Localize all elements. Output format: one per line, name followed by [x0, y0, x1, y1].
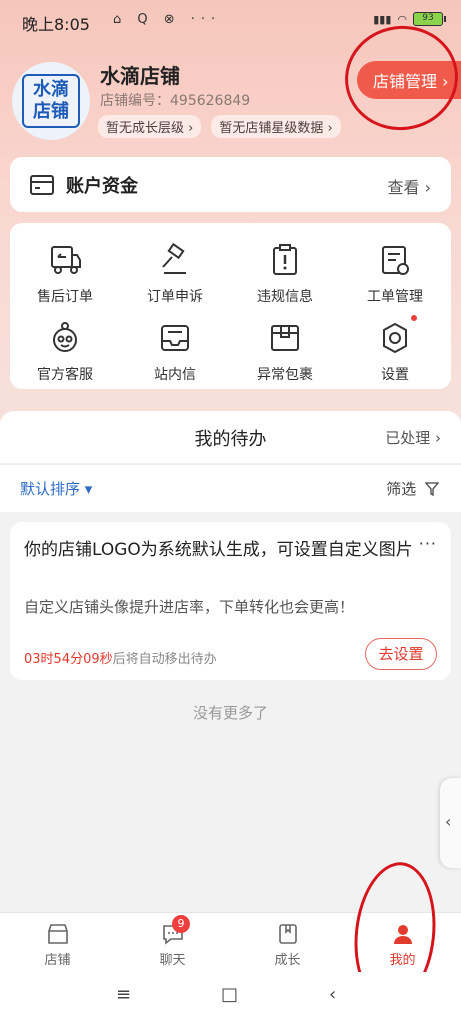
status-bar: 晚上8:05 ⌂ Q ⊗ ··· ▮▮▮ ◠ 93	[0, 0, 461, 40]
bottom-nav: 店铺 聊天 9 成长 我的	[0, 912, 461, 972]
processed-link[interactable]: 已处理 ›	[385, 427, 441, 448]
grid-item-work-orders[interactable]: 工单管理	[340, 229, 450, 305]
grid-label: 官方客服	[37, 367, 93, 383]
settings-icon	[383, 322, 407, 354]
grid-label: 违规信息	[257, 289, 313, 305]
todo-card[interactable]: 你的店铺LOGO为系统默认生成，可设置自定义图片 ··· 自定义店铺头像提升进店…	[10, 522, 451, 680]
more-options-icon[interactable]: ···	[419, 534, 437, 553]
wifi-icon: ◠	[397, 12, 407, 26]
shop-avatar[interactable]: 水滴 店铺	[12, 62, 90, 140]
growth-level-tag[interactable]: 暂无成长层级 ›	[98, 115, 202, 138]
grid-item-violations[interactable]: 违规信息	[230, 229, 340, 305]
todo-header: 我的待办 已处理 ›	[0, 411, 461, 463]
grid-item-customer-service[interactable]: 官方客服	[10, 307, 120, 383]
grid-label: 售后订单	[37, 289, 93, 305]
todo-card-timer: 03时54分09秒后将自动移出待办	[24, 648, 217, 667]
funnel-icon	[424, 482, 440, 497]
grid-item-settings[interactable]: 设置	[340, 307, 450, 383]
sort-dropdown[interactable]: 默认排序 ▾	[20, 478, 92, 499]
account-funds-card[interactable]: 账户资金 查看 ›	[10, 157, 451, 212]
truck-return-icon	[51, 246, 81, 274]
clipboard-alert-icon	[273, 244, 297, 275]
status-notification-icons: ⌂ Q ⊗ ···	[113, 12, 222, 27]
go-settings-button[interactable]: 去设置	[365, 638, 437, 670]
no-more-text: 没有更多了	[192, 704, 268, 722]
notification-dot	[411, 315, 417, 321]
filter-bar: 默认排序 ▾ 筛选	[0, 464, 461, 512]
back-icon[interactable]: ‹	[329, 984, 336, 1005]
grid-label: 设置	[381, 367, 409, 383]
home-icon[interactable]: □	[221, 984, 238, 1005]
signal-icon: ▮▮▮	[373, 12, 392, 26]
customer-service-icon	[53, 322, 77, 352]
bookmark-icon	[279, 924, 297, 944]
system-nav-bar: ≡ □ ‹	[0, 972, 461, 1024]
todo-card-description: 自定义店铺头像提升进店率，下单转化也会更高！	[24, 598, 355, 616]
nav-label: 我的	[389, 953, 416, 968]
nav-label: 店铺	[44, 953, 71, 968]
grid-item-abnormal-packages[interactable]: 异常包裹	[230, 307, 340, 383]
funds-view-link[interactable]: 查看 ›	[388, 174, 432, 198]
nav-item-mine[interactable]: 我的	[345, 913, 460, 973]
countdown: 03时54分09秒	[24, 652, 113, 667]
grid-label: 站内信	[154, 367, 196, 383]
gavel-icon	[162, 243, 186, 274]
user-icon	[394, 925, 412, 944]
status-time: 晚上8:05	[22, 15, 90, 34]
filter-button[interactable]: 筛选	[386, 478, 440, 499]
nav-label: 成长	[274, 953, 301, 968]
shop-icon	[48, 924, 68, 944]
nav-label: 聊天	[159, 953, 186, 968]
shop-logo: 水滴 店铺	[22, 74, 80, 128]
function-grid: 售后订单 订单申诉 违规信息 工单管理 官方客服 站内信 异常包裹 设置	[10, 223, 451, 389]
chat-unread-badge: 9	[172, 915, 190, 933]
funds-title: 账户资金	[66, 176, 138, 197]
grid-label: 异常包裹	[257, 367, 313, 383]
shop-tags: 暂无成长层级 › 暂无店铺星级数据 ›	[98, 115, 341, 138]
chevron-left-icon: ‹	[445, 812, 452, 831]
shop-id: 店铺编号：495626849	[100, 93, 251, 109]
grid-label: 订单申诉	[147, 289, 203, 305]
shop-name: 水滴店铺	[100, 64, 180, 88]
filter-label: 筛选	[386, 480, 417, 498]
countdown-suffix: 后将自动移出待办	[112, 652, 217, 667]
logo-line-2: 店铺	[33, 101, 69, 122]
todo-card-title: 你的店铺LOGO为系统默认生成，可设置自定义图片	[24, 540, 413, 560]
document-gear-icon	[382, 246, 409, 275]
logo-line-1: 水滴	[33, 79, 69, 100]
grid-item-after-sales[interactable]: 售后订单	[10, 229, 120, 305]
side-drawer-handle[interactable]: ‹	[440, 778, 461, 868]
grid-item-inbox[interactable]: 站内信	[120, 307, 230, 383]
menu-icon[interactable]: ≡	[116, 984, 131, 1005]
grid-label: 工单管理	[367, 289, 423, 305]
battery-icon: 93	[413, 12, 446, 26]
nav-item-growth[interactable]: 成长	[230, 913, 345, 973]
package-icon	[271, 325, 299, 351]
grid-item-order-appeal[interactable]: 订单申诉	[120, 229, 230, 305]
nav-item-shop[interactable]: 店铺	[0, 913, 115, 973]
inbox-icon	[161, 325, 189, 351]
wallet-icon	[30, 175, 54, 195]
shop-manage-button[interactable]: 店铺管理 ›	[357, 61, 461, 99]
shop-rating-tag[interactable]: 暂无店铺星级数据 ›	[211, 115, 341, 138]
status-right: ▮▮▮ ◠ 93	[373, 12, 446, 26]
